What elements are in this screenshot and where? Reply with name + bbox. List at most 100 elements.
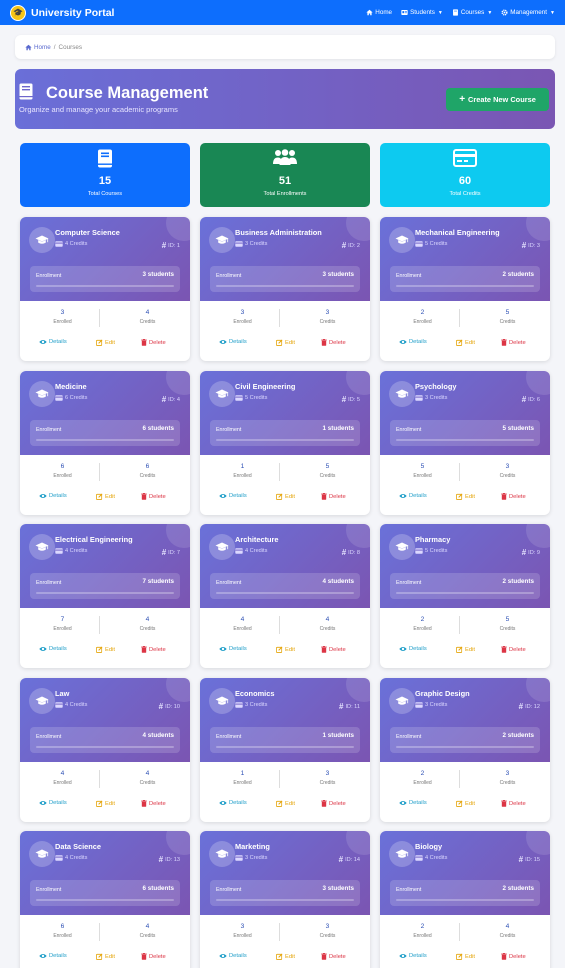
details-button[interactable]: Details [219,339,247,345]
course-id-text: ID: 11 [345,703,360,710]
delete-label: Delete [329,800,346,807]
course-card-header: Psychology 3 Credits # ID: 6 Enrollment … [380,371,550,455]
edit-label: Edit [465,339,475,346]
details-button[interactable]: Details [219,493,247,499]
delete-button[interactable]: Delete [141,339,166,346]
delete-button[interactable]: Delete [501,953,526,960]
credit-card-icon [235,855,243,861]
course-card: Psychology 3 Credits # ID: 6 Enrollment … [380,371,550,515]
breadcrumb-home[interactable]: Home [25,44,51,51]
details-button[interactable]: Details [219,953,247,959]
edit-button[interactable]: Edit [276,953,295,960]
course-card-header: Computer Science 4 Credits # ID: 1 Enrol… [20,217,190,301]
edit-button[interactable]: Edit [96,646,115,653]
details-button[interactable]: Details [39,646,67,652]
delete-label: Delete [509,339,526,346]
edit-button[interactable]: Edit [276,339,295,346]
nav-courses[interactable]: Courses ▼ [452,9,492,16]
delete-button[interactable]: Delete [321,646,346,653]
course-id-text: ID: 10 [165,703,180,710]
course-card: Data Science 4 Credits # ID: 13 Enrollme… [20,831,190,968]
details-button[interactable]: Details [39,800,67,806]
edit-button[interactable]: Edit [96,339,115,346]
details-button[interactable]: Details [399,953,427,959]
edit-button[interactable]: Edit [456,646,475,653]
decorative-circle [526,371,550,395]
nav-management[interactable]: Management ▼ [501,9,555,16]
details-button[interactable]: Details [399,339,427,345]
details-button[interactable]: Details [399,646,427,652]
nav-home[interactable]: Home [366,9,392,16]
edit-button[interactable]: Edit [96,493,115,500]
edit-label: Edit [285,953,295,960]
details-label: Details [229,953,247,959]
decorative-circle [346,371,370,395]
breadcrumb-separator: / [53,43,56,51]
edit-button[interactable]: Edit [456,493,475,500]
course-name: Data Science [55,842,102,851]
edit-button[interactable]: Edit [276,646,295,653]
edit-button[interactable]: Edit [276,493,295,500]
course-credits: 5 Credits [415,548,447,554]
graduation-cap-icon [209,841,235,867]
edit-button[interactable]: Edit [276,800,295,807]
delete-button[interactable]: Delete [501,339,526,346]
details-button[interactable]: Details [399,800,427,806]
delete-button[interactable]: Delete [501,800,526,807]
hash-icon: # [158,855,164,864]
enrollment-label: Enrollment [216,427,242,433]
enrollment-label: Enrollment [396,273,422,279]
credits-label: Credits [319,319,336,325]
delete-button[interactable]: Delete [501,493,526,500]
edit-button[interactable]: Edit [456,953,475,960]
details-button[interactable]: Details [39,493,67,499]
details-button[interactable]: Details [219,800,247,806]
hash-icon: # [338,855,344,864]
details-label: Details [49,646,67,652]
details-button[interactable]: Details [219,646,247,652]
course-card-header: Marketing 3 Credits # ID: 14 Enrollment … [200,831,370,915]
edit-label: Edit [285,339,295,346]
details-button[interactable]: Details [39,953,67,959]
decorative-circle [526,678,550,702]
enrolled-label: Enrolled [413,319,432,325]
home-icon [25,44,32,50]
stat-card-total-enrollments: 51 Total Enrollments [200,143,370,207]
trash-icon [141,646,147,653]
enrolled-value: 3 [60,309,65,316]
edit-button[interactable]: Edit [96,800,115,807]
brand[interactable]: 🎓 University Portal [10,4,114,21]
details-button[interactable]: Details [399,493,427,499]
enrollment-box: Enrollment 2 students [390,727,540,753]
edit-icon [96,339,103,346]
credits-stat: 5 Credits [285,463,370,479]
course-card: Biology 4 Credits # ID: 15 Enrollment 2 … [380,831,550,968]
delete-button[interactable]: Delete [141,800,166,807]
nav-students[interactable]: Students ▼ [401,9,443,16]
edit-button[interactable]: Edit [96,953,115,960]
course-credits: 5 Credits [235,395,267,401]
delete-button[interactable]: Delete [141,953,166,960]
delete-button[interactable]: Delete [321,953,346,960]
delete-button[interactable]: Delete [141,493,166,500]
course-card-header: Medicine 6 Credits # ID: 4 Enrollment 6 … [20,371,190,455]
delete-button[interactable]: Delete [141,646,166,653]
delete-button[interactable]: Delete [321,339,346,346]
credits-value: 5 [505,309,510,316]
edit-button[interactable]: Edit [456,339,475,346]
enrollment-box: Enrollment 3 students [210,266,360,292]
delete-button[interactable]: Delete [321,493,346,500]
delete-button[interactable]: Delete [501,646,526,653]
details-button[interactable]: Details [39,339,67,345]
gear-icon [501,9,508,16]
enrollment-box: Enrollment 3 students [210,880,360,906]
course-credits: 3 Credits [415,395,447,401]
course-name: Mechanical Engineering [415,228,500,237]
enrolled-label: Enrolled [413,780,432,786]
details-label: Details [229,493,247,499]
delete-button[interactable]: Delete [321,800,346,807]
delete-label: Delete [509,800,526,807]
trash-icon [141,339,147,346]
create-course-button[interactable]: + Create New Course [446,88,549,111]
edit-button[interactable]: Edit [456,800,475,807]
